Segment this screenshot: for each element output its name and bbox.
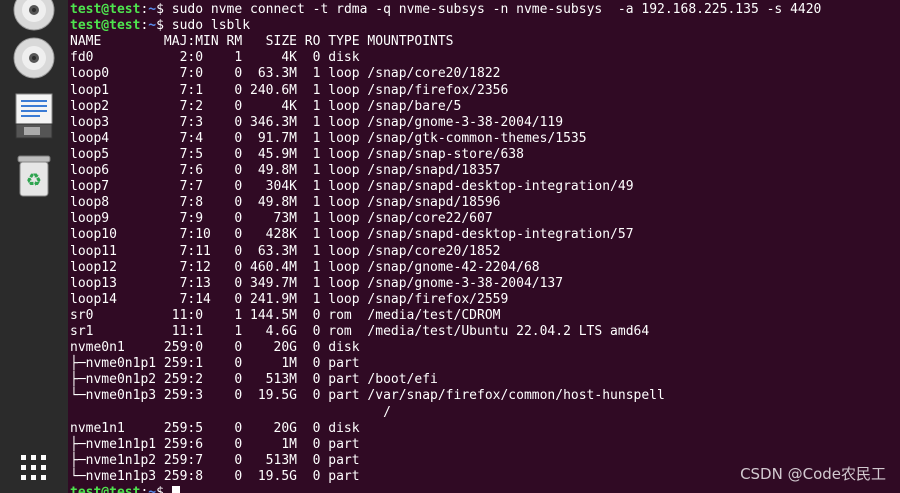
output-line: loop3 7:3 0 346.3M 1 loop /snap/gnome-3-…: [70, 115, 563, 131]
command-text: sudo nvme connect -t rdma -q nvme-subsys…: [171, 2, 822, 17]
output-line: ├─nvme1n1p2 259:7 0 513M 0 part: [70, 453, 360, 469]
output-text: ├─nvme1n1p1 259:6 0 1M 0 part: [70, 436, 360, 452]
output-text: loop11 7:11 0 63.3M 1 loop /snap/core20/…: [70, 243, 501, 259]
output-text: loop12 7:12 0 460.4M 1 loop /snap/gnome-…: [70, 259, 540, 275]
output-line: loop9 7:9 0 73M 1 loop /snap/core22/607: [70, 211, 493, 227]
output-text: loop3 7:3 0 346.3M 1 loop /snap/gnome-3-…: [70, 114, 564, 130]
output-text: └─nvme1n1p3 259:8 0 19.5G 0 part: [70, 468, 360, 484]
output-text: loop9 7:9 0 73M 1 loop /snap/core22/607: [70, 211, 493, 227]
output-text: loop8 7:8 0 49.8M 1 loop /snap/snapd/185…: [70, 195, 501, 211]
output-text: loop5 7:5 0 45.9M 1 loop /snap/snap-stor…: [70, 146, 524, 162]
disk-editor-icon[interactable]: [10, 92, 58, 140]
output-line: loop6 7:6 0 49.8M 1 loop /snap/snapd/183…: [70, 163, 500, 179]
output-text: /: [70, 404, 391, 420]
output-text: ├─nvme1n1p2 259:7 0 513M 0 part: [70, 452, 360, 468]
prompt-path: ~: [148, 18, 157, 34]
output-line: ├─nvme1n1p1 259:6 0 1M 0 part: [70, 437, 360, 453]
output-line: loop2 7:2 0 4K 1 loop /snap/bare/5: [70, 99, 461, 115]
trash-icon[interactable]: ♻: [10, 152, 58, 200]
output-text: loop1 7:1 0 240.6M 1 loop /snap/firefox/…: [70, 82, 509, 98]
output-line: └─nvme0n1p3 259:3 0 19.5G 0 part /var/sn…: [70, 388, 665, 404]
output-text: loop10 7:10 0 428K 1 loop /snap/snapd-de…: [70, 227, 634, 243]
output-line: sr0 11:0 1 144.5M 0 rom /media/test/CDRO…: [70, 308, 500, 324]
prompt-line: test@test:~$ sudo lsblk: [70, 18, 250, 34]
output-text: loop6 7:6 0 49.8M 1 loop /snap/snapd/183…: [70, 163, 501, 178]
output-text: fd0 2:0 1 4K 0 disk: [70, 50, 360, 66]
prompt-path: ~: [148, 485, 157, 493]
output-line: loop1 7:1 0 240.6M 1 loop /snap/firefox/…: [70, 83, 508, 99]
command-text: sudo lsblk: [171, 18, 251, 34]
output-text: ├─nvme0n1p2 259:2 0 513M 0 part /boot/ef…: [70, 372, 438, 388]
prompt-user: test@test: [70, 2, 141, 17]
output-line: sr1 11:1 1 4.6G 0 rom /media/test/Ubuntu…: [70, 324, 649, 340]
output-line: loop7 7:7 0 304K 1 loop /snap/snapd-desk…: [70, 179, 634, 195]
output-line: loop14 7:14 0 241.9M 1 loop /snap/firefo…: [70, 292, 508, 308]
output-text: ├─nvme0n1p1 259:1 0 1M 0 part: [70, 356, 360, 372]
output-text: └─nvme0n1p3 259:3 0 19.5G 0 part /var/sn…: [70, 388, 665, 404]
prompt-path: ~: [148, 2, 157, 17]
terminal-output[interactable]: test@test:~$ sudo nvme connect -t rdma -…: [70, 0, 900, 493]
output-text: loop4 7:4 0 91.7M 1 loop /snap/gtk-commo…: [70, 130, 587, 146]
output-text: nvme1n1 259:5 0 20G 0 disk: [70, 420, 360, 436]
output-line: fd0 2:0 1 4K 0 disk: [70, 50, 360, 66]
output-text: NAME MAJ:MIN RM SIZE RO TYPE MOUNTPOINTS: [70, 34, 454, 50]
prompt-symbol: $: [156, 18, 172, 34]
output-text: loop14 7:14 0 241.9M 1 loop /snap/firefo…: [70, 291, 509, 307]
optical-disc-icon[interactable]: [10, 0, 58, 34]
dock: ♻: [0, 0, 68, 493]
output-line: loop8 7:8 0 49.8M 1 loop /snap/snapd/185…: [70, 195, 500, 211]
output-line: /: [70, 405, 391, 421]
output-text: loop7 7:7 0 304K 1 loop /snap/snapd-desk…: [70, 179, 634, 195]
output-text: loop13 7:13 0 349.7M 1 loop /snap/gnome-…: [70, 275, 564, 291]
output-text: loop0 7:0 0 63.3M 1 loop /snap/core20/18…: [70, 66, 501, 82]
output-line: loop12 7:12 0 460.4M 1 loop /snap/gnome-…: [70, 260, 540, 276]
output-text: sr1 11:1 1 4.6G 0 rom /media/test/Ubuntu…: [70, 324, 650, 339]
text-cursor: [171, 485, 180, 493]
prompt-line: test@test:~$ sudo nvme connect -t rdma -…: [70, 2, 821, 18]
optical-disc-icon[interactable]: [10, 34, 58, 82]
output-line: loop11 7:11 0 63.3M 1 loop /snap/core20/…: [70, 244, 500, 260]
output-line: loop4 7:4 0 91.7M 1 loop /snap/gtk-commo…: [70, 131, 587, 147]
prompt-user: test@test: [70, 18, 141, 34]
output-line: loop10 7:10 0 428K 1 loop /snap/snapd-de…: [70, 227, 634, 243]
output-text: loop2 7:2 0 4K 1 loop /snap/bare/5: [70, 98, 462, 114]
output-line: loop0 7:0 0 63.3M 1 loop /snap/core20/18…: [70, 66, 500, 82]
output-line: └─nvme1n1p3 259:8 0 19.5G 0 part: [70, 469, 360, 485]
prompt-symbol: $: [156, 2, 172, 17]
prompt-user: test@test: [70, 485, 141, 493]
output-text: nvme0n1 259:0 0 20G 0 disk: [70, 340, 360, 356]
output-line: loop13 7:13 0 349.7M 1 loop /snap/gnome-…: [70, 276, 563, 292]
output-line: nvme1n1 259:5 0 20G 0 disk: [70, 421, 360, 437]
output-line: nvme0n1 259:0 0 20G 0 disk: [70, 340, 360, 356]
output-line: NAME MAJ:MIN RM SIZE RO TYPE MOUNTPOINTS: [70, 34, 454, 50]
output-line: ├─nvme0n1p1 259:1 0 1M 0 part: [70, 356, 360, 372]
prompt-line: test@test:~$: [70, 485, 180, 493]
output-text: sr0 11:0 1 144.5M 0 rom /media/test/CDRO…: [70, 307, 501, 323]
prompt-symbol: $: [156, 485, 172, 493]
svg-text:♻: ♻: [26, 170, 42, 191]
output-line: loop5 7:5 0 45.9M 1 loop /snap/snap-stor…: [70, 147, 524, 163]
show-applications-icon[interactable]: [10, 444, 58, 492]
output-line: ├─nvme0n1p2 259:2 0 513M 0 part /boot/ef…: [70, 372, 438, 388]
watermark: CSDN @Code农民工: [740, 465, 886, 483]
